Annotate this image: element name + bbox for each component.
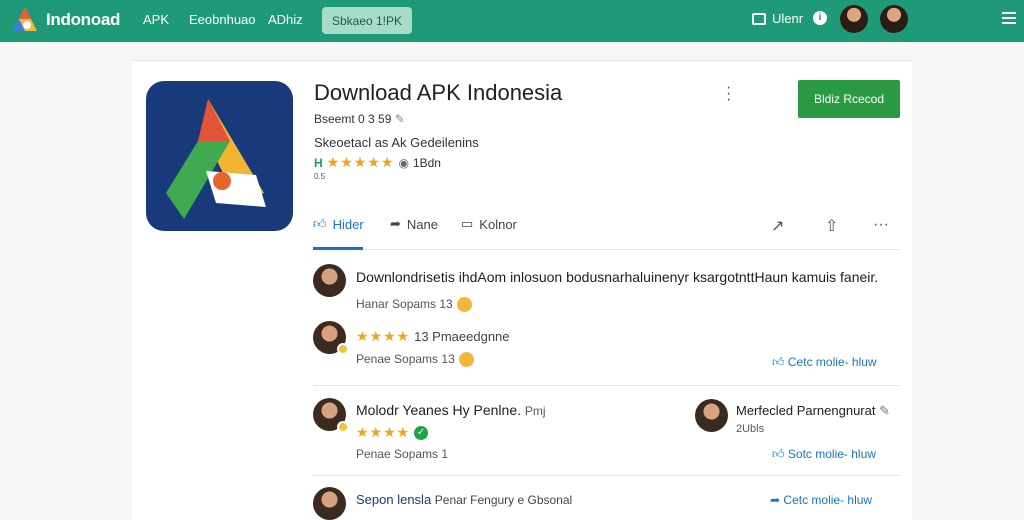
account-label[interactable]: Ulenr (772, 11, 803, 26)
avatar[interactable] (695, 399, 728, 432)
nav-link-2[interactable]: Eeobnhuao (189, 12, 256, 27)
share-icon: ➦ (390, 216, 401, 231)
emoji-icon (456, 297, 472, 313)
more-options-icon[interactable]: · · · (726, 80, 731, 108)
reply-meta: 2Ubls (736, 423, 765, 435)
verified-icon: ✓ (414, 426, 429, 441)
comment-stars: ★★★★ (356, 328, 411, 344)
install-button[interactable]: Bldiz Rcecod (798, 80, 900, 118)
app-meta-line-2: Skeoetacl as Ak Gedeilenins (314, 135, 479, 150)
rating-suffix: 1Bdn (412, 155, 441, 170)
app-icon (146, 81, 293, 231)
tab-hider[interactable]: 👍︎ Hider (313, 216, 364, 232)
tab-label: Kolnor (479, 216, 517, 232)
comment-rating-line: ★★★★ 13 Pmaeedgnne (356, 328, 510, 344)
nav-pill-button[interactable]: Sbkaeo 1!PK (322, 7, 412, 34)
avatar[interactable] (840, 5, 868, 33)
tab-nane[interactable]: ➦ Nane (390, 216, 438, 232)
upload-icon[interactable]: ⇧ (825, 216, 838, 236)
tag-icon: ✎ (394, 112, 405, 126)
reply-author: Merfecled Parnengnurat ✎ (736, 403, 891, 418)
hamburger-icon[interactable] (1002, 12, 1016, 24)
nav-link-apk[interactable]: APK (143, 12, 169, 27)
brand-name[interactable]: Indonoad (46, 10, 120, 30)
top-bar: Indonoad APK Eeobnhuao ADhiz Sbkaeo 1!PK… (0, 0, 1024, 42)
download-count-icon: ◉ (398, 155, 409, 170)
avatar[interactable] (313, 487, 346, 520)
tab-kolnor[interactable]: ▭ Kolnor (461, 216, 517, 232)
tab-label: Nane (406, 216, 438, 232)
edit-icon: ✎ (879, 403, 891, 418)
info-icon[interactable]: i (813, 11, 827, 25)
emoji-icon (458, 352, 474, 368)
comment-text: Downlondrisetis ihdAom inlosuon bodusnar… (356, 269, 879, 285)
apk-logo-icon (166, 99, 266, 219)
tab-label: Hider (332, 216, 364, 232)
comment-stars-row: ★★★★ ✓ (356, 424, 429, 441)
avatar[interactable] (313, 264, 346, 297)
comment-meta: Hanar Sopams 13 (356, 297, 472, 313)
rating-row: H ★★★★★ ◉ 1Bdn (314, 154, 441, 171)
badge-icon (337, 343, 349, 355)
comment-meta: Penae Sopams 13 (356, 352, 474, 368)
user-card-icon[interactable] (752, 13, 766, 25)
rating-stars: ★★★★★ (326, 154, 395, 170)
divider (313, 385, 900, 386)
active-tab-indicator (313, 247, 363, 250)
comment-text: Sepon lensla Penar Fengury e Gbsonal (356, 492, 573, 507)
rating-prefix: H (314, 155, 323, 170)
nav-link-3[interactable]: ADhiz (268, 12, 303, 27)
comment-icon: ▭ (461, 216, 474, 231)
app-logo-icon[interactable] (10, 5, 40, 35)
like-icon: 👍︎ (772, 447, 785, 461)
divider (313, 475, 900, 476)
action-tabs: 👍︎ Hider ➦ Nane ▭ Kolnor ↗ ⇧ ··· (313, 212, 900, 250)
like-icon: 👍︎ (772, 355, 785, 369)
app-title: Download APK Indonesia (314, 80, 563, 105)
app-meta-line-1: Bseemt 0 3 59 ✎ (314, 112, 405, 126)
comment-stars: ★★★★ (356, 424, 411, 440)
thumb-up-icon: 👍︎ (313, 216, 327, 231)
comment-text: Molodr Yeanes Hy Penlne. Pmj (356, 402, 546, 418)
badge-icon (337, 421, 349, 433)
forward-icon[interactable]: ↗ (771, 216, 784, 236)
share-icon: ➦ (770, 493, 781, 507)
more-horizontal-icon[interactable]: ··· (873, 216, 889, 234)
see-more-link[interactable]: 👍︎ Sotc molie- hluw (772, 447, 876, 462)
comment-meta: Penae Sopams 1 (356, 447, 449, 461)
avatar[interactable] (880, 5, 908, 33)
see-more-link[interactable]: 👍︎ Cetc molie- hluw (772, 355, 877, 370)
small-count: 0.5 (314, 172, 326, 181)
see-more-link[interactable]: ➦ Cetc molie- hluw (770, 493, 872, 507)
